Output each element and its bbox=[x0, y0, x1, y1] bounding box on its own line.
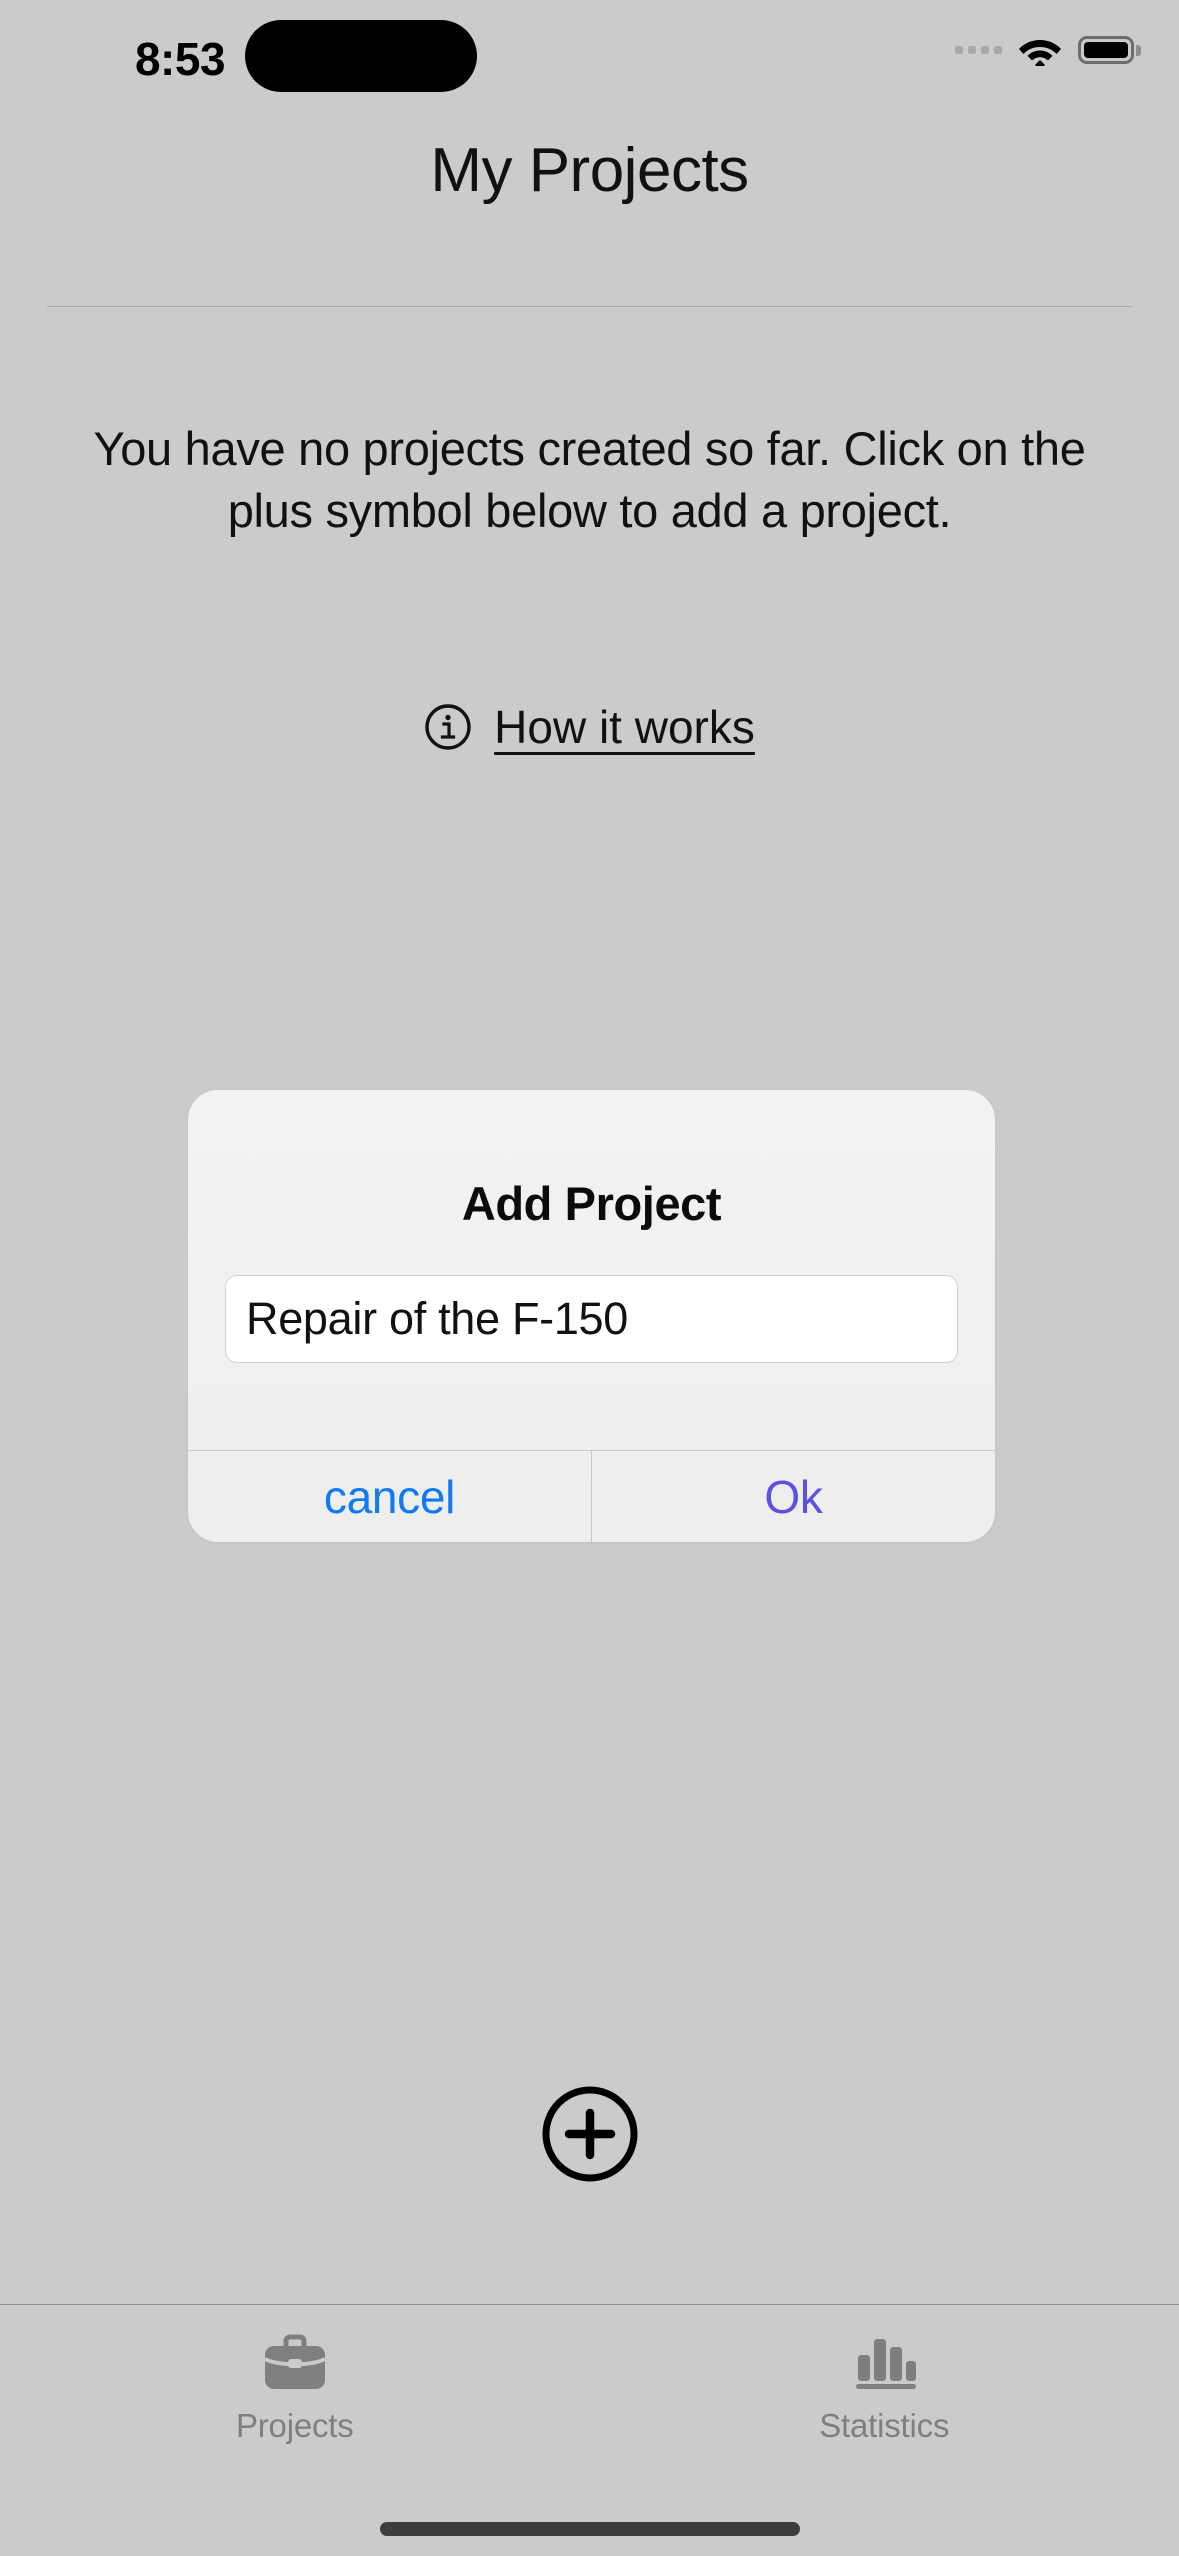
tab-projects[interactable]: Projects bbox=[0, 2305, 590, 2556]
status-bar: 8:53 bbox=[0, 0, 1179, 115]
how-it-works-link[interactable]: How it works bbox=[0, 700, 1179, 754]
add-project-button[interactable] bbox=[0, 2085, 1179, 2183]
empty-state-message: You have no projects created so far. Cli… bbox=[93, 422, 1086, 537]
tab-projects-label: Projects bbox=[235, 2407, 354, 2444]
dialog-title: Add Project bbox=[461, 1177, 722, 1230]
ok-button[interactable]: Ok bbox=[591, 1451, 995, 1542]
home-indicator bbox=[379, 2522, 800, 2536]
battery-icon bbox=[1078, 36, 1141, 64]
status-bar-time: 8:53 bbox=[134, 33, 226, 85]
tab-statistics[interactable]: Statistics bbox=[590, 2305, 1179, 2556]
tab-bar: Projects Statistics bbox=[0, 2304, 1179, 2556]
page-title: My Projects bbox=[430, 136, 749, 205]
briefcase-icon bbox=[259, 2333, 331, 2395]
add-project-dialog: Add Project cancel Ok bbox=[188, 1090, 995, 1542]
plus-circle-icon bbox=[541, 2085, 639, 2183]
cancel-button[interactable]: cancel bbox=[188, 1451, 591, 1542]
app-screen: 8:53 My Projects You have no projects cr… bbox=[0, 0, 1179, 2556]
signal-dots-icon bbox=[955, 46, 1002, 54]
bar-chart-icon bbox=[848, 2333, 920, 2395]
info-circle-icon bbox=[424, 703, 472, 751]
tab-statistics-label: Statistics bbox=[819, 2407, 950, 2444]
dynamic-island bbox=[245, 20, 477, 92]
header-divider bbox=[47, 306, 1132, 307]
project-name-input[interactable] bbox=[225, 1275, 958, 1363]
status-bar-indicators bbox=[955, 34, 1141, 66]
how-it-works-label: How it works bbox=[494, 701, 755, 753]
wifi-icon bbox=[1018, 34, 1062, 66]
dialog-actions: cancel Ok bbox=[188, 1450, 995, 1542]
